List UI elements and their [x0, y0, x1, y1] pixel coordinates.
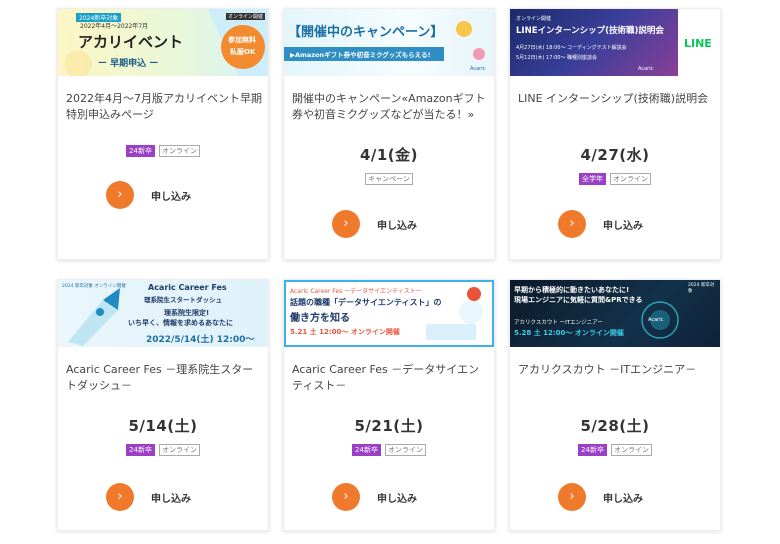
event-card[interactable]: Acaric Career Fes ーデータサイエンティストー 話題の職種「デー… [283, 279, 495, 531]
event-title[interactable]: Acaric Career Fes －データサイエンティスト－ [292, 362, 488, 394]
event-tags: 24新卒 オンライン [510, 444, 720, 456]
apply-label[interactable]: 申し込み [377, 217, 417, 232]
banner-date: 5.28 土 12:00～ オンライン開催 [514, 329, 624, 337]
banner-line-2: 現場エンジニアに気軽に質問&PRできる [514, 296, 643, 304]
banner-headline: アカリイベント [78, 33, 184, 51]
apply-label[interactable]: 申し込み [377, 490, 417, 505]
chevron-right-icon[interactable]: › [332, 210, 360, 238]
apply-label[interactable]: 申し込み [603, 490, 643, 505]
tag-online: オンライン [610, 173, 651, 185]
tag-grad-year: 24新卒 [578, 444, 607, 456]
chevron-right-icon[interactable]: › [106, 181, 134, 209]
banner-headline: 【開催中のキャンペーン】 [288, 25, 444, 40]
banner-line-2: 5月12日(木) 17:00～ 職種別座談会 [516, 55, 598, 61]
banner-logo: Acaric [648, 317, 664, 323]
banner-scout: アカリクスカウト ーITエンジニアー [514, 320, 603, 326]
event-card[interactable]: 2024新卒対象 2022年4月～2022年7月 オンライン開催 アカリイベント… [57, 8, 269, 260]
line-logo: LINE [684, 37, 712, 50]
event-date: 4/1(金) [359, 146, 419, 164]
event-banner[interactable]: 早期から積極的に動きたいあなたに! 現場エンジニアに気軽に質問&PRできる 20… [510, 280, 720, 347]
banner-headline: Acaric Career Fes [148, 283, 227, 292]
event-card[interactable]: 【開催中のキャンペーン】 ▶Amazonギフト券や初音ミクグッズもらえる! Ac… [283, 8, 495, 260]
chevron-right-icon[interactable]: › [558, 210, 586, 238]
tag-online: オンライン [158, 444, 200, 456]
banner-sub: 理系院生スタートダッシュ [144, 296, 222, 304]
tag-grad-year: 24新卒 [126, 145, 155, 157]
apply-button[interactable]: › 申し込み [558, 210, 678, 238]
tag-online: オンライン [384, 444, 426, 456]
banner-badge: 2024 新卒対象 [688, 283, 715, 294]
banner-line-2: いち早く、情報を求めるあなたに [128, 319, 233, 327]
tag-grad-year: 24新卒 [126, 444, 155, 456]
banner-logo: Acaric [470, 66, 486, 72]
banner-logo: Acaric [638, 66, 654, 72]
event-banner[interactable]: 2024 新卒対象 オンライン開催 Acaric Career Fes 理系院生… [58, 280, 268, 347]
banner-line-1: 4月27日(水) 18:00～ コーディングテスト解説会 [516, 45, 627, 51]
event-date: 5/21(土) [354, 417, 424, 435]
event-tags: 24新卒 オンライン [58, 145, 268, 157]
event-tags: 24新卒 オンライン [284, 444, 494, 456]
event-card[interactable]: 早期から積極的に動きたいあなたに! 現場エンジニアに気軽に質問&PRできる 20… [509, 279, 721, 531]
tag-online: オンライン [158, 145, 200, 157]
tag-campaign: キャンペーン [365, 173, 413, 185]
banner-headline: 話題の職種「データサイエンティスト」の [290, 298, 442, 307]
event-card-grid: 2024新卒対象 2022年4月～2022年7月 オンライン開催 アカリイベント… [0, 0, 780, 544]
banner-date: 2022/5/14(土) 12:00～ [146, 335, 255, 345]
banner-badge: 2024 新卒対象 オンライン開催 [62, 284, 126, 289]
apply-button[interactable]: › 申し込み [106, 483, 226, 511]
apply-button[interactable]: › 申し込み [332, 210, 452, 238]
banner-top: Acaric Career Fes ーデータサイエンティストー [290, 288, 422, 295]
banner-headline: LINEインターンシップ(技術職)説明会 [516, 26, 664, 36]
apply-label[interactable]: 申し込み [603, 217, 643, 232]
event-tags: 24新卒 オンライン [58, 444, 268, 456]
banner-sub: ▶Amazonギフト券や初音ミクグッズもらえる! [290, 51, 431, 59]
apply-label[interactable]: 申し込み [151, 490, 191, 505]
banner-top: オンライン開催 [516, 16, 552, 22]
event-banner[interactable]: オンライン開催 LINEインターンシップ(技術職)説明会 4月27日(水) 18… [510, 9, 720, 76]
event-date: 5/28(土) [580, 417, 650, 435]
event-card[interactable]: オンライン開催 LINEインターンシップ(技術職)説明会 4月27日(水) 18… [509, 8, 721, 260]
event-banner[interactable]: Acaric Career Fes ーデータサイエンティストー 話題の職種「デー… [284, 280, 494, 347]
event-title[interactable]: 2022年4月～7月版アカリイベント早期特別申込みページ [66, 91, 262, 123]
apply-button[interactable]: › 申し込み [558, 483, 678, 511]
event-title[interactable]: アカリクスカウト －ITエンジニア－ [518, 362, 714, 378]
chevron-right-icon[interactable]: › [106, 483, 134, 511]
banner-period: 2022年4月～2022年7月 [80, 23, 149, 30]
event-banner[interactable]: 【開催中のキャンペーン】 ▶Amazonギフト券や初音ミクグッズもらえる! Ac… [284, 9, 494, 76]
banner-line-1: 理系院生限定! [164, 309, 210, 317]
event-tags: キャンペーン [284, 173, 494, 185]
apply-button[interactable]: › 申し込み [332, 483, 452, 511]
event-title[interactable]: LINE インターンシップ(技術職)説明会 [518, 91, 714, 107]
banner-sub: 働き方を知る [290, 313, 350, 324]
event-title[interactable]: 開催中のキャンペーン«Amazonギフト券や初音ミクグッズなどが当たる！» [292, 91, 488, 123]
banner-date: 5.21 土 12:00～ オンライン開催 [290, 328, 400, 336]
chevron-right-icon[interactable]: › [558, 483, 586, 511]
tag-online: オンライン [610, 444, 652, 456]
banner-decoration [284, 21, 485, 61]
banner-tag: オンライン開催 [226, 13, 266, 20]
banner-bubble-free: 参加無料 [228, 36, 256, 44]
apply-button[interactable]: › 申し込み [106, 181, 226, 209]
event-banner[interactable]: 2024新卒対象 2022年4月～2022年7月 オンライン開催 アカリイベント… [58, 9, 268, 76]
event-card[interactable]: 2024 新卒対象 オンライン開催 Acaric Career Fes 理系院生… [57, 279, 269, 531]
tag-grad-year: 24新卒 [352, 444, 381, 456]
banner-line-1: 早期から積極的に動きたいあなたに! [514, 286, 630, 294]
apply-label[interactable]: 申し込み [151, 188, 191, 203]
event-date: 5/14(土) [128, 417, 198, 435]
event-tags: 全学年 オンライン [510, 173, 720, 185]
event-date: 4/27(水) [580, 146, 650, 164]
tag-all-years: 全学年 [579, 173, 606, 185]
banner-sub: ー 早期申込 ー [98, 59, 159, 69]
chevron-right-icon[interactable]: › [332, 483, 360, 511]
event-title[interactable]: Acaric Career Fes －理系院生スタートダッシュ－ [66, 362, 262, 394]
banner-bubble-casual: 私服OK [230, 48, 256, 56]
